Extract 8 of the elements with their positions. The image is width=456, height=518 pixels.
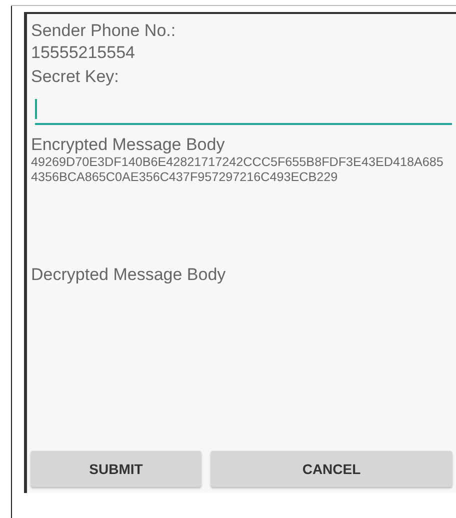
sender-phone: 15555215554	[31, 42, 136, 64]
encrypted-label: Encrypted Message Body	[31, 135, 226, 155]
submit-button[interactable]: SUBMIT	[31, 451, 201, 487]
secret-key-label: Secret Key:	[31, 66, 120, 88]
cancel-button[interactable]: CANCEL	[211, 451, 452, 487]
encrypted-body: 49269D70E3DF140B6E42821717242CCC5F655B8FDF3E43ED418A6854356BCA865C0AE356C437F957297216C493ECB229	[31, 155, 444, 185]
decrypted-label: Decrypted Message Body	[31, 265, 227, 285]
sender-label: Sender Phone No.:	[31, 20, 177, 41]
